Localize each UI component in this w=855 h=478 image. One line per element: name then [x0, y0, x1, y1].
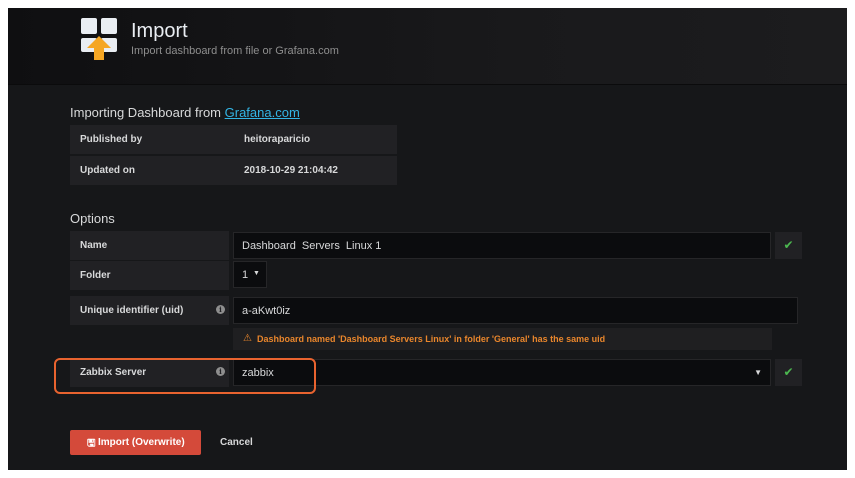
options-heading: Options	[70, 211, 115, 226]
page-subtitle: Import dashboard from file or Grafana.co…	[131, 45, 339, 57]
name-label: Name	[70, 231, 229, 260]
importing-heading-text: Importing Dashboard from	[70, 105, 225, 120]
updated-on-label: Updated on	[80, 165, 135, 176]
page-title: Import	[131, 20, 188, 42]
info-icon[interactable]: i	[216, 367, 225, 376]
cancel-button[interactable]: Cancel	[220, 437, 253, 448]
name-input[interactable]: Dashboard Servers Linux 1	[233, 232, 771, 259]
import-overwrite-label: Import (Overwrite)	[98, 437, 185, 448]
importing-heading: Importing Dashboard from Grafana.com	[70, 105, 300, 120]
folder-select-value: 1	[242, 269, 249, 281]
published-by-row: Published by heitoraparicio	[70, 125, 397, 154]
folder-select[interactable]: 1 ▼	[233, 261, 267, 288]
dashboard-import-icon	[81, 18, 117, 60]
save-icon: 🖫	[87, 438, 96, 449]
uid-input-value: a-aKwt0iz	[242, 305, 291, 317]
zabbix-server-label: Zabbix Server i	[70, 358, 229, 387]
folder-label: Folder	[70, 261, 229, 290]
caret-down-icon: ▼	[253, 270, 260, 277]
name-input-value: Dashboard Servers Linux 1	[242, 240, 382, 252]
uid-input[interactable]: a-aKwt0iz	[233, 297, 798, 324]
published-by-value: heitoraparicio	[244, 134, 311, 145]
caret-down-icon: ▼	[754, 368, 762, 377]
grafana-com-link[interactable]: Grafana.com	[225, 105, 300, 120]
import-page: Import Import dashboard from file or Gra…	[8, 8, 847, 470]
import-overwrite-button[interactable]: 🖫 Import (Overwrite)	[70, 430, 201, 455]
name-valid-check-icon: ✔	[775, 232, 802, 259]
info-icon[interactable]: i	[216, 305, 225, 314]
page-header: Import Import dashboard from file or Gra…	[8, 8, 847, 85]
zabbix-server-value: zabbix	[242, 367, 274, 379]
updated-on-row: Updated on 2018-10-29 21:04:42	[70, 156, 397, 185]
zabbix-valid-check-icon: ✔	[775, 359, 802, 386]
folder-label-text: Folder	[80, 270, 111, 281]
warning-icon: ⚠	[243, 333, 252, 344]
zabbix-server-label-text: Zabbix Server	[80, 367, 147, 378]
uid-label-text: Unique identifier (uid)	[80, 305, 184, 316]
updated-on-value: 2018-10-29 21:04:42	[244, 165, 338, 176]
published-by-label: Published by	[80, 134, 143, 145]
name-label-text: Name	[80, 240, 108, 251]
zabbix-server-select[interactable]: zabbix ▼	[233, 359, 771, 386]
uid-label: Unique identifier (uid) i	[70, 296, 229, 325]
uid-warning: ⚠ Dashboard named 'Dashboard Servers Lin…	[233, 328, 772, 350]
uid-warning-text: Dashboard named 'Dashboard Servers Linux…	[257, 334, 606, 344]
